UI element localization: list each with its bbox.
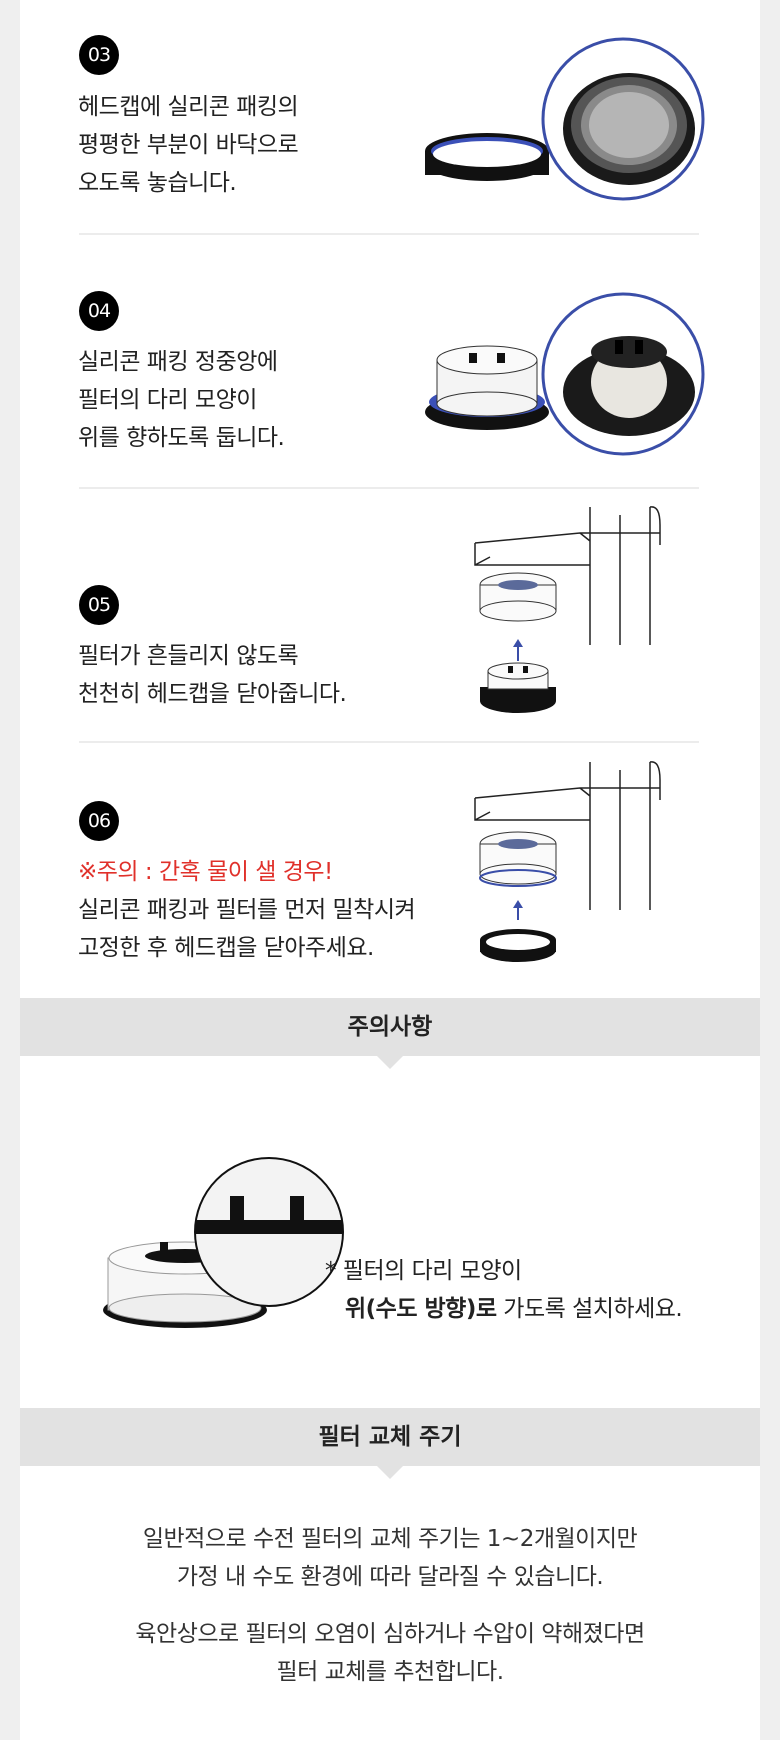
cycle-title: 필터 교체 주기 — [318, 1424, 462, 1450]
step-number-badge: 06 — [79, 801, 119, 841]
warning-text: ※주의 : 간혹 물이 샐 경우! — [78, 859, 333, 885]
header-notch — [377, 1466, 403, 1479]
cycle-paragraph-2: 육안상으로 필터의 오염이 심하거나 수압이 약해졌다면 필터 교체를 추천합니… — [20, 1615, 760, 1691]
caution-line-2-rest: 가도록 설치하세요. — [496, 1296, 683, 1322]
step-line: 평평한 부분이 바닥으로 — [78, 132, 299, 158]
step-06-text: ※주의 : 간혹 물이 샐 경우! 실리콘 패킹과 필터를 먼저 밀착시켜 고정… — [78, 853, 416, 967]
step-line: 필터의 다리 모양이 — [78, 387, 257, 413]
header-notch — [377, 1056, 403, 1069]
cycle-line: 일반적으로 수전 필터의 교체 주기는 1~2개월이지만 — [142, 1526, 638, 1552]
step-divider — [79, 233, 699, 235]
step-03-text: 헤드캡에 실리콘 패킹의 평평한 부분이 바닥으로 오도록 놓습니다. — [78, 88, 299, 202]
step-line: 위를 향하도록 둡니다. — [78, 425, 285, 451]
step-number-badge: 03 — [79, 35, 119, 75]
step-line: 오도록 놓습니다. — [78, 170, 237, 196]
filter-leg-illustration — [103, 1157, 344, 1328]
step-line: 실리콘 패킹 정중앙에 — [78, 349, 278, 375]
step-04-illustration — [425, 292, 705, 456]
step-line: 필터가 흔들리지 않도록 — [78, 643, 299, 669]
step-line: 실리콘 패킹과 필터를 먼저 밀착시켜 — [78, 897, 416, 923]
step-divider — [79, 487, 699, 489]
step-number-badge: 04 — [79, 291, 119, 331]
cycle-line: 가정 내 수도 환경에 따라 달라질 수 있습니다. — [176, 1564, 604, 1590]
caution-line-2: 위(수도 방향)로 가도록 설치하세요. — [325, 1290, 683, 1328]
cycle-line: 필터 교체를 추천합니다. — [276, 1659, 504, 1685]
caution-line-1: * 필터의 다리 모양이 — [325, 1258, 522, 1284]
caution-note: * 필터의 다리 모양이 위(수도 방향)로 가도록 설치하세요. — [325, 1252, 683, 1328]
step-05-text: 필터가 흔들리지 않도록 천천히 헤드캡을 닫아줍니다. — [78, 637, 347, 713]
cycle-paragraph-1: 일반적으로 수전 필터의 교체 주기는 1~2개월이지만 가정 내 수도 환경에… — [20, 1520, 760, 1596]
cycle-section-header: 필터 교체 주기 — [20, 1408, 760, 1479]
step-05-illustration — [474, 506, 661, 713]
cycle-line: 육안상으로 필터의 오염이 심하거나 수압이 약해졌다면 — [135, 1621, 645, 1647]
caution-emphasis: 위(수도 방향)로 — [345, 1296, 497, 1322]
step-divider — [79, 741, 699, 743]
caution-title: 주의사항 — [347, 1014, 433, 1040]
step-06-illustration — [474, 761, 661, 962]
caution-section-header: 주의사항 — [20, 998, 760, 1069]
step-line: 고정한 후 헤드캡을 닫아주세요. — [78, 935, 374, 961]
step-number-badge: 05 — [79, 585, 119, 625]
step-line: 헤드캡에 실리콘 패킹의 — [78, 94, 299, 120]
step-line: 천천히 헤드캡을 닫아줍니다. — [78, 681, 347, 707]
step-04-text: 실리콘 패킹 정중앙에 필터의 다리 모양이 위를 향하도록 둡니다. — [78, 343, 285, 457]
step-03-illustration — [425, 37, 705, 201]
instruction-page: 03 헤드캡에 실리콘 패킹의 평평한 부분이 바닥으로 오도록 놓습니다. 0… — [20, 0, 760, 1740]
